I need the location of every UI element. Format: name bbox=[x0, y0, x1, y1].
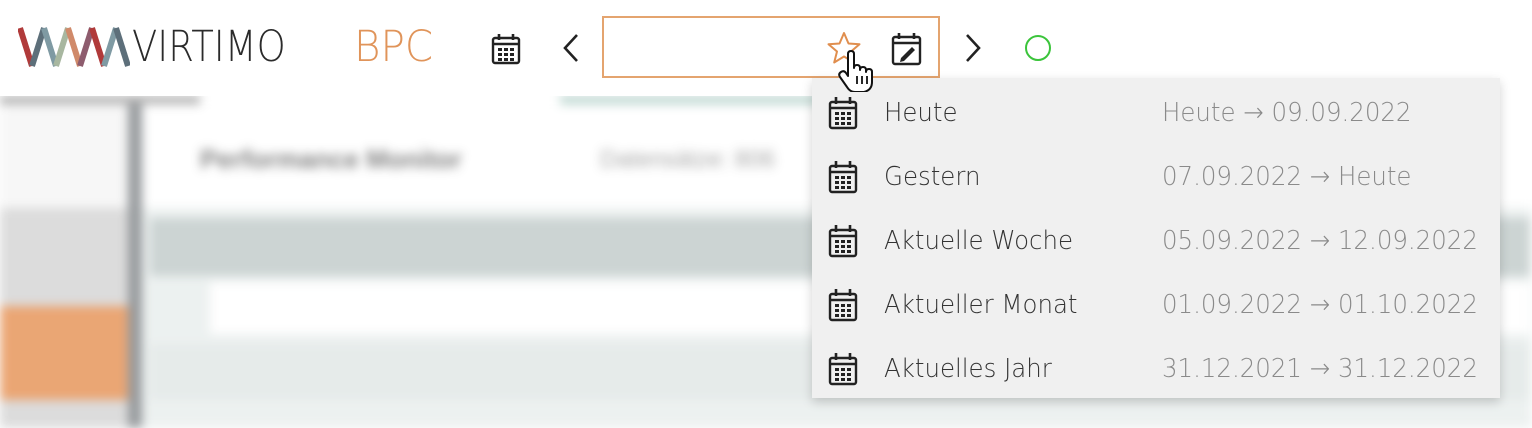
favorite-item-0[interactable]: Heute Heute → 09.09.2022 bbox=[812, 80, 1500, 144]
favorite-item-3[interactable]: Aktueller Monat 01.09.2022 → 01.10.2022 bbox=[812, 272, 1500, 336]
previous-period-button[interactable] bbox=[556, 28, 586, 68]
calendar-icon bbox=[828, 97, 858, 130]
calendar-icon bbox=[828, 161, 858, 194]
bg-divider bbox=[128, 96, 142, 428]
favorite-item-range: 05.09.2022 → 12.09.2022 bbox=[1162, 226, 1478, 256]
favorite-item-label: Aktueller Monat bbox=[884, 290, 1078, 320]
favorite-item-label: Heute bbox=[884, 98, 958, 128]
favorite-item-1[interactable]: Gestern 07.09.2022 → Heute bbox=[812, 144, 1500, 208]
favorite-item-icon bbox=[828, 288, 860, 322]
favorites-dropdown: Heute Heute → 09.09.2022 Gestern 07.09.2022… bbox=[812, 78, 1500, 398]
favorite-item-range: 07.09.2022 → Heute bbox=[1162, 162, 1412, 192]
bg-sidebar-active-item bbox=[0, 306, 128, 400]
favorite-item-4[interactable]: Aktuelles Jahr 31.12.2021 → 31.12.2022 bbox=[812, 336, 1500, 400]
bg-topline-accent bbox=[560, 96, 820, 104]
date-range-input[interactable] bbox=[614, 32, 818, 64]
next-period-button[interactable] bbox=[958, 28, 988, 68]
favorite-item-label: Aktuelles Jahr bbox=[884, 354, 1052, 384]
favorite-item-range: Heute → 09.09.2022 bbox=[1162, 98, 1412, 128]
bg-sidebar-top bbox=[0, 96, 128, 208]
favorite-item-icon bbox=[828, 224, 860, 258]
favorite-item-2[interactable]: Aktuelle Woche 05.09.2022 → 12.09.2022 bbox=[812, 208, 1500, 272]
date-range-field[interactable] bbox=[602, 16, 940, 78]
favorite-item-range: 01.09.2022 → 01.10.2022 bbox=[1162, 290, 1478, 320]
status-circle-icon bbox=[1025, 35, 1051, 61]
status-indicator bbox=[1022, 32, 1054, 64]
chevron-left-icon bbox=[563, 34, 578, 62]
calendar-icon bbox=[828, 225, 858, 258]
virtimo-logo[interactable]: VIRTIMO bbox=[18, 24, 311, 70]
favorite-item-icon bbox=[828, 96, 860, 130]
product-name: BPC bbox=[354, 22, 434, 72]
logo-mark-icon bbox=[18, 27, 130, 67]
calendar-button[interactable] bbox=[488, 30, 524, 68]
bg-record-count: Datensätze: 806 bbox=[600, 146, 775, 173]
favorite-item-icon bbox=[828, 352, 860, 386]
calendar-icon bbox=[828, 353, 858, 386]
favorite-item-label: Gestern bbox=[884, 162, 981, 192]
chevron-right-icon bbox=[966, 34, 981, 62]
favorite-item-range: 31.12.2021 → 31.12.2022 bbox=[1162, 354, 1478, 384]
bg-topline bbox=[0, 96, 200, 104]
calendar-edit-icon bbox=[891, 33, 922, 66]
hand-pointer-cursor-icon bbox=[838, 50, 873, 92]
calendar-icon bbox=[828, 289, 858, 322]
bg-page-title: Performance Monitor bbox=[200, 144, 462, 174]
brand-name: VIRTIMO bbox=[132, 22, 286, 72]
calendar-icon bbox=[491, 34, 521, 65]
favorite-item-icon bbox=[828, 160, 860, 194]
favorite-item-label: Aktuelle Woche bbox=[884, 226, 1074, 256]
edit-date-range-button[interactable] bbox=[890, 31, 924, 67]
